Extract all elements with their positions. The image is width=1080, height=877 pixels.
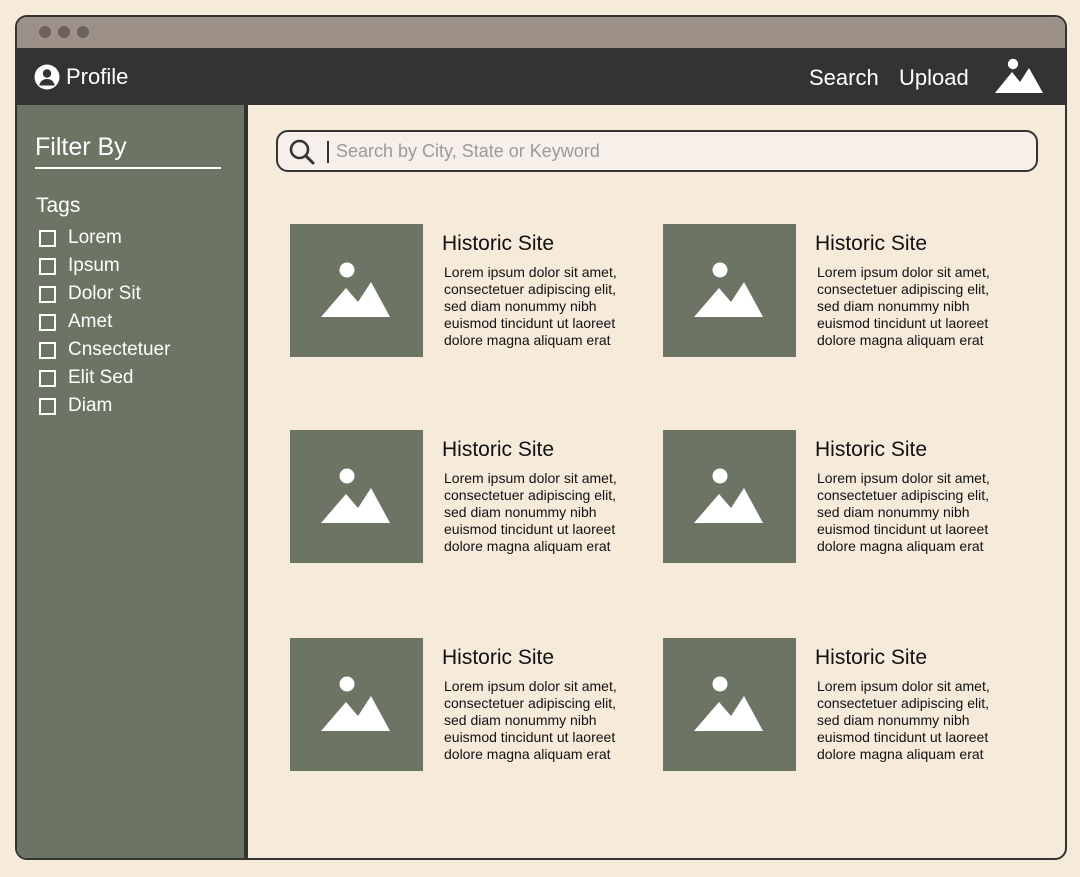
card-description: Lorem ipsum dolor sit amet, consectetuer …: [817, 470, 990, 554]
card-title: Historic Site: [442, 232, 555, 255]
nav-upload-link[interactable]: Upload: [899, 65, 969, 91]
card-description: Lorem ipsum dolor sit amet, consectetuer …: [444, 678, 617, 762]
image-placeholder-icon: [663, 638, 796, 771]
tag-filter-dolor-sit[interactable]: Dolor Sit: [39, 283, 141, 305]
top-navbar: Profile Search Upload: [17, 48, 1065, 105]
card-title: Historic Site: [442, 438, 555, 461]
tag-label: Amet: [68, 311, 113, 332]
image-placeholder-icon: [290, 638, 423, 771]
user-circle-icon: [34, 64, 60, 90]
site-card[interactable]: Historic Site Lorem ipsum dolor sit amet…: [663, 430, 1023, 564]
tag-filter-elit-sed[interactable]: Elit Sed: [39, 367, 133, 389]
site-card[interactable]: Historic Site Lorem ipsum dolor sit amet…: [663, 638, 1023, 772]
site-card[interactable]: Historic Site Lorem ipsum dolor sit amet…: [663, 224, 1023, 358]
window-dot-2[interactable]: [58, 26, 70, 38]
card-title: Historic Site: [815, 232, 928, 255]
filter-title: Filter By: [35, 133, 127, 161]
image-placeholder-icon: [663, 224, 796, 357]
site-card[interactable]: Historic Site Lorem ipsum dolor sit amet…: [290, 430, 650, 564]
tag-filter-amet[interactable]: Amet: [39, 311, 112, 333]
card-description: Lorem ipsum dolor sit amet, consectetuer …: [817, 264, 990, 348]
nav-search-link[interactable]: Search: [809, 65, 879, 91]
search-icon[interactable]: [288, 138, 316, 171]
tag-label: Elit Sed: [68, 367, 134, 388]
filter-sidebar: Filter By Tags Lorem Ipsum Dolor Sit Ame…: [17, 105, 248, 858]
tag-label: Ipsum: [68, 255, 120, 276]
tag-checkbox[interactable]: [39, 369, 56, 387]
card-description: Lorem ipsum dolor sit amet, consectetuer …: [817, 678, 990, 762]
filter-divider: [35, 167, 221, 169]
tags-heading: Tags: [36, 194, 81, 217]
tag-checkbox[interactable]: [39, 313, 56, 331]
window-dot-3[interactable]: [77, 26, 89, 38]
tag-filter-lorem[interactable]: Lorem: [39, 227, 122, 249]
card-title: Historic Site: [815, 438, 928, 461]
text-caret: [327, 141, 329, 163]
profile-link[interactable]: Profile: [34, 62, 128, 92]
tag-label: Dolor Sit: [68, 283, 141, 304]
window-dot-1[interactable]: [39, 26, 51, 38]
tag-filter-cnsectetuer[interactable]: Cnsectetuer: [39, 339, 170, 361]
site-card[interactable]: Historic Site Lorem ipsum dolor sit amet…: [290, 638, 650, 772]
image-placeholder-icon: [290, 430, 423, 563]
image-placeholder-icon: [663, 430, 796, 563]
tag-checkbox[interactable]: [39, 229, 56, 247]
tag-label: Diam: [68, 395, 113, 416]
window-titlebar: [17, 17, 1065, 48]
tag-label: Lorem: [68, 227, 122, 248]
card-description: Lorem ipsum dolor sit amet, consectetuer …: [444, 470, 617, 554]
card-description: Lorem ipsum dolor sit amet, consectetuer …: [444, 264, 617, 348]
tag-checkbox[interactable]: [39, 285, 56, 303]
tag-checkbox[interactable]: [39, 257, 56, 275]
tag-filter-diam[interactable]: Diam: [39, 395, 112, 417]
card-title: Historic Site: [815, 646, 928, 669]
tag-filter-ipsum[interactable]: Ipsum: [39, 255, 120, 277]
tag-checkbox[interactable]: [39, 341, 56, 359]
image-placeholder-icon: [290, 224, 423, 357]
card-title: Historic Site: [442, 646, 555, 669]
search-input[interactable]: [336, 136, 1026, 166]
browser-window: Profile Search Upload Filter By Tags Lor…: [15, 15, 1067, 860]
profile-label: Profile: [66, 64, 129, 89]
mountain-logo-icon[interactable]: [994, 56, 1044, 101]
search-bar[interactable]: [276, 130, 1038, 172]
tag-label: Cnsectetuer: [68, 339, 171, 360]
site-card[interactable]: Historic Site Lorem ipsum dolor sit amet…: [290, 224, 650, 358]
tag-checkbox[interactable]: [39, 397, 56, 415]
